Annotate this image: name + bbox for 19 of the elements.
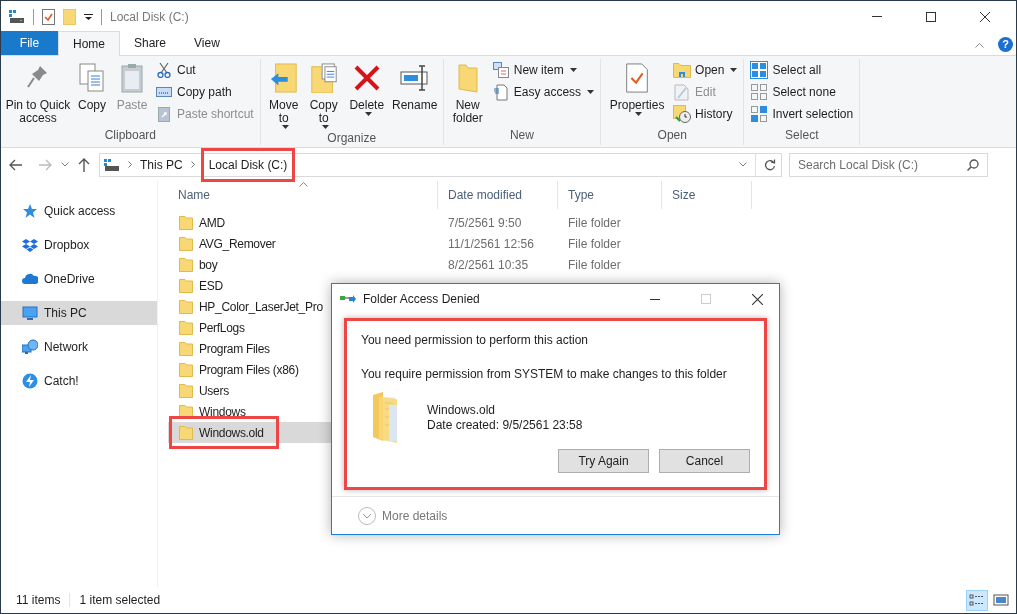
group-label: Select xyxy=(785,127,819,144)
file-name: Windows.old xyxy=(427,403,497,418)
type-cell-text: File folder xyxy=(567,235,622,253)
dialog-heading: You need permission to perform this action xyxy=(361,332,589,349)
date-cell-text: 7/5/2561 9:50 xyxy=(447,214,523,232)
type-cell-text: File folder xyxy=(567,256,622,274)
date-cell-text: 11/1/2561 12:56 xyxy=(447,235,535,253)
type-cell-text: File folder xyxy=(567,214,622,232)
dialog-title: Folder Access Denied xyxy=(363,291,480,308)
status-text: 1 item selected xyxy=(79,592,161,609)
dialog-message: You require permission from SYSTEM to make changes to this folder xyxy=(361,366,728,383)
file-date: Date created: 9/5/2561 23:58 xyxy=(427,418,583,433)
status-text: 11 items xyxy=(16,592,61,609)
group-label: New xyxy=(509,127,534,144)
window-title: Local Disk (C:) xyxy=(110,8,189,26)
group-label: Clipboard xyxy=(104,127,157,144)
group-label: Open xyxy=(657,127,687,144)
group-label: Organize xyxy=(327,130,377,147)
date-cell-text: 8/2/2561 10:35 xyxy=(447,256,530,274)
